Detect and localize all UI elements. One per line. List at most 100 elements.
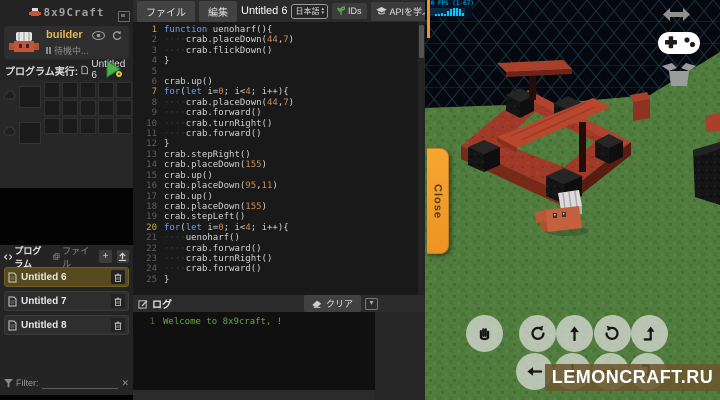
- fps-meter[interactable]: 30 FPS (1-67): [425, 0, 474, 18]
- inventory-slot[interactable]: [80, 100, 96, 116]
- upload-program-button[interactable]: [116, 250, 129, 263]
- line-number: 21: [146, 233, 157, 244]
- editor-scrollbar-thumb[interactable]: [419, 25, 424, 58]
- program-item[interactable]: Untitled 8: [4, 315, 129, 335]
- code-line[interactable]: 22 ····crab.forward(): [133, 244, 425, 254]
- ids-button[interactable]: IDs: [332, 3, 367, 19]
- inventory-slot[interactable]: [44, 100, 60, 116]
- hand-button[interactable]: [465, 314, 503, 352]
- code-line[interactable]: 15 crab.up(): [133, 171, 425, 181]
- program-name: Untitled 7: [21, 295, 67, 307]
- delete-program-button[interactable]: [111, 270, 125, 284]
- tab-programs[interactable]: プログラム: [4, 244, 48, 270]
- delete-program-button[interactable]: [111, 294, 125, 308]
- code-line[interactable]: 8 ····crab.placeDown(44,7): [133, 98, 425, 108]
- code-line[interactable]: 16 crab.placeDown(95,11): [133, 181, 425, 191]
- code-line[interactable]: 10 ····crab.turnRight(): [133, 119, 425, 129]
- code-line[interactable]: 6 crab.up(): [133, 77, 425, 87]
- filter-clear-icon[interactable]: ✕: [121, 378, 129, 389]
- refresh-icon[interactable]: [112, 31, 122, 41]
- inventory-slot[interactable]: [116, 118, 132, 134]
- inventory-slot[interactable]: [98, 118, 114, 134]
- edit-menu-button[interactable]: 編集: [199, 0, 237, 22]
- code-line[interactable]: 12}: [133, 139, 425, 149]
- code-line[interactable]: 14 crab.placeDown(155): [133, 160, 425, 170]
- inventory-slot[interactable]: [98, 82, 114, 98]
- editor-scrollbar[interactable]: [418, 22, 425, 295]
- log-body[interactable]: 1 Welcome to 8x9craft, !: [133, 312, 375, 390]
- gamepad-icon[interactable]: [657, 29, 701, 56]
- inventory-slot[interactable]: [62, 100, 78, 116]
- code-line[interactable]: 3 ····crab.flickDown(): [133, 46, 425, 56]
- up-button[interactable]: [555, 314, 593, 352]
- inventory-box-icon[interactable]: [661, 60, 697, 89]
- log-clear-button[interactable]: クリア: [303, 295, 361, 312]
- player-status: 待機中...: [46, 44, 89, 57]
- tab-files[interactable]: ファイル: [53, 244, 89, 270]
- inventory-slot[interactable]: [62, 118, 78, 134]
- line-number: 6: [151, 77, 157, 88]
- code-line[interactable]: 2 ····crab.placeDown(44,7): [133, 35, 425, 45]
- code-text: }: [164, 139, 170, 150]
- code-line[interactable]: 7 for(let i=0; i<4; i++){: [133, 87, 425, 97]
- code-line[interactable]: 23 ····crab.turnRight(): [133, 254, 425, 264]
- code-line[interactable]: 24 ····crab.forward(): [133, 264, 425, 274]
- code-line[interactable]: 13 crab.stepRight(): [133, 150, 425, 160]
- code-line[interactable]: 25}: [133, 275, 425, 285]
- select-arrows-icon: ▴ ▾: [321, 6, 324, 16]
- close-drawer-tab[interactable]: Close: [427, 148, 449, 254]
- hotbar-slot[interactable]: [19, 86, 41, 108]
- rotate-cw-icon: [604, 325, 619, 340]
- hotbar-slot[interactable]: [19, 122, 41, 144]
- eye-icon[interactable]: [92, 31, 105, 40]
- pause-icon: [46, 47, 51, 54]
- run-play-button[interactable]: [104, 59, 124, 79]
- program-item[interactable]: Untitled 7: [4, 291, 129, 311]
- code-line[interactable]: 20 for(let i=0; i<4; i++){: [133, 223, 425, 233]
- game-viewport[interactable]: 30 FPS (1-67) Close LEMONCRAFT.RU: [425, 0, 720, 400]
- code-line[interactable]: 18 crab.placeDown(155): [133, 202, 425, 212]
- code-line[interactable]: 19 crab.stepLeft(): [133, 212, 425, 222]
- inventory-slot[interactable]: [98, 100, 114, 116]
- upload-icon: [119, 252, 127, 261]
- code-line[interactable]: 17 crab.up(): [133, 192, 425, 202]
- add-program-button[interactable]: +: [99, 250, 112, 263]
- filter-input[interactable]: [41, 378, 119, 389]
- inventory-slot[interactable]: [116, 100, 132, 116]
- code-editor[interactable]: 1 function uenoharf(){2 ····crab.placeDown…: [133, 22, 425, 295]
- code-line[interactable]: 1 function uenoharf(){: [133, 25, 425, 35]
- log-collapse-icon[interactable]: ▾: [365, 297, 378, 310]
- inventory-slot[interactable]: [80, 118, 96, 134]
- copy-icon: [53, 253, 60, 260]
- line-number: 24: [146, 264, 157, 275]
- line-number: 19: [146, 212, 157, 223]
- log-entry: 1 Welcome to 8x9craft, !: [149, 317, 283, 327]
- language-select[interactable]: 日本語 ▴ ▾: [291, 3, 328, 19]
- delete-program-button[interactable]: [111, 318, 125, 332]
- eraser-icon: [312, 300, 322, 308]
- inventory-slot[interactable]: [44, 82, 60, 98]
- step-up-button[interactable]: [630, 314, 668, 352]
- line-number: 20: [146, 222, 157, 233]
- rotate-cw-button[interactable]: [593, 314, 631, 352]
- popout-icon[interactable]: [118, 11, 130, 22]
- code-text: ····crab.turnRight(): [164, 253, 273, 264]
- inventory-slot[interactable]: [62, 82, 78, 98]
- code-line[interactable]: 9 ····crab.forward(): [133, 108, 425, 118]
- code-line[interactable]: 5: [133, 67, 425, 77]
- inventory-slot[interactable]: [116, 82, 132, 98]
- program-item[interactable]: Untitled 6: [4, 267, 129, 287]
- inventory-slot[interactable]: [44, 118, 60, 134]
- resize-horizontal-icon[interactable]: [663, 8, 690, 21]
- trash-icon: [114, 273, 122, 282]
- code-line[interactable]: 11 ····crab.forward(): [133, 129, 425, 139]
- drawer-edge-accent: [427, 0, 430, 38]
- rotate-ccw-button[interactable]: [518, 314, 556, 352]
- code-text: ····crab.forward(): [164, 108, 262, 119]
- line-number: 4: [151, 56, 157, 67]
- inventory-slot[interactable]: [80, 82, 96, 98]
- code-line[interactable]: 4}: [133, 56, 425, 66]
- file-menu-button[interactable]: ファイル: [137, 0, 195, 22]
- code-line[interactable]: 21 ····uenoharf(): [133, 233, 425, 243]
- code-lines: 1 function uenoharf(){2 ····crab.placeDown…: [133, 25, 425, 285]
